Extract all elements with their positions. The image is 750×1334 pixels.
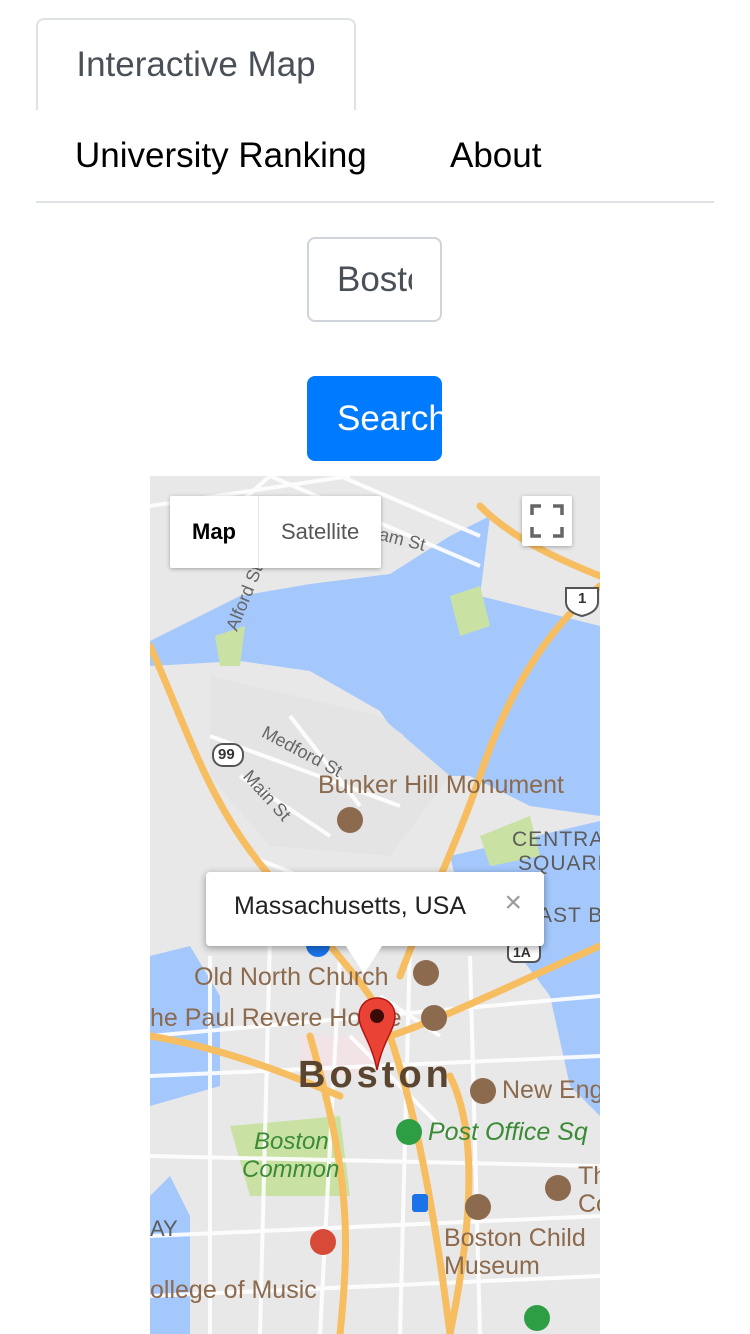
nav-divider xyxy=(36,201,714,203)
map-label-post-office-square: Post Office Sq xyxy=(428,1118,588,1146)
route-1-shield: 1 xyxy=(578,590,587,607)
map-label-college-of-music: ollege of Music xyxy=(150,1276,317,1304)
close-icon[interactable]: × xyxy=(504,886,522,920)
map-type-satellite-button[interactable]: Satellite xyxy=(258,496,381,568)
map-label-boston-common-2: Common xyxy=(242,1156,340,1183)
map-type-control: Map Satellite xyxy=(170,496,382,568)
red-map-pin-icon[interactable] xyxy=(357,996,397,1072)
route-1a-shield: 1A xyxy=(513,944,531,960)
infowindow-text: Massachusetts, USA xyxy=(234,892,467,920)
map-label-east-boston: AST B xyxy=(538,904,600,927)
map-label-ay: AY xyxy=(150,1216,178,1241)
map-type-map-button[interactable]: Map xyxy=(170,496,258,568)
fullscreen-button[interactable] xyxy=(522,496,572,546)
map-label-th: Th xyxy=(578,1162,600,1190)
tab-university-ranking[interactable]: University Ranking xyxy=(75,136,367,176)
map-label-boston-children-1: Boston Child xyxy=(444,1224,586,1252)
map-infowindow: Massachusetts, USA × xyxy=(206,872,544,946)
map-label-co: Co xyxy=(578,1190,600,1218)
map-label-new-england: New Eng xyxy=(502,1076,600,1104)
tab-interactive-map[interactable]: Interactive Map xyxy=(36,18,356,110)
search-button[interactable]: Search xyxy=(307,376,442,461)
nav-tabs: Interactive Map University Ranking About xyxy=(36,18,714,204)
map-label-central-square-1: CENTRA xyxy=(512,828,600,851)
map-label-boston-children-2: Museum xyxy=(444,1252,540,1280)
map-label-bunker-hill: Bunker Hill Monument xyxy=(318,771,564,799)
infowindow-tail xyxy=(346,946,382,974)
map-label-boston-common-1: Boston xyxy=(254,1128,329,1155)
fullscreen-icon xyxy=(530,504,564,538)
route-99-shield: 99 xyxy=(218,746,235,763)
search-input[interactable] xyxy=(307,237,442,322)
tab-about[interactable]: About xyxy=(450,136,541,176)
map-view[interactable]: Bunker Hill Monument Old North Church he… xyxy=(150,476,600,1334)
